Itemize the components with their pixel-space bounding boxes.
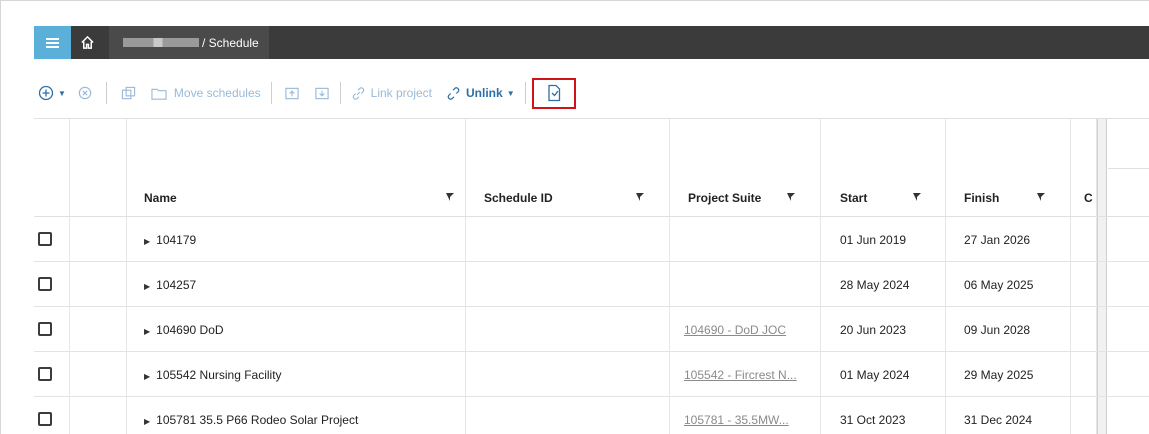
row-finish: 27 Jan 2026 <box>964 233 1031 247</box>
row-checkbox[interactable] <box>38 232 52 246</box>
toolbar: ▼ Move schedules Link project Unlink ▼ <box>34 77 576 109</box>
row-finish: 06 May 2025 <box>964 278 1034 292</box>
hamburger-icon[interactable] <box>34 26 71 59</box>
row-start: 01 Jun 2019 <box>840 233 907 247</box>
toolbar-divider <box>105 82 107 104</box>
copy-button[interactable] <box>121 86 136 101</box>
top-bar: / Schedule <box>34 26 1149 59</box>
chevron-down-icon: ▼ <box>58 88 66 98</box>
row-name[interactable]: ▶ 105542 Nursing Facility <box>144 368 282 382</box>
table-row[interactable]: ▶ 104179 01 Jun 2019 27 Jan 2026 <box>34 217 1149 262</box>
table-row[interactable]: ▶ 105781 35.5 P66 Rodeo Solar Project 105… <box>34 397 1149 434</box>
row-start: 20 Jun 2023 <box>840 323 907 337</box>
export-document-icon <box>547 84 560 102</box>
move-schedules-button[interactable]: Move schedules <box>150 86 261 101</box>
table-row[interactable]: ▶ 105542 Nursing Facility 105542 - Fircre… <box>34 352 1149 397</box>
filter-icon[interactable] <box>912 192 922 202</box>
download-button[interactable] <box>314 86 330 101</box>
breadcrumb[interactable]: / Schedule <box>109 26 269 59</box>
toolbar-divider <box>270 82 272 104</box>
row-name[interactable]: ▶ 104179 <box>144 233 196 247</box>
row-checkbox[interactable] <box>38 412 52 426</box>
expand-arrow-icon[interactable]: ▶ <box>144 237 150 246</box>
row-name[interactable]: ▶ 105781 35.5 P66 Rodeo Solar Project <box>144 413 358 427</box>
row-finish: 31 Dec 2024 <box>964 413 1033 427</box>
add-circle-icon <box>38 85 54 101</box>
row-checkbox[interactable] <box>38 322 52 336</box>
header-name[interactable]: Name <box>144 191 177 205</box>
redacted-project-name <box>123 38 199 47</box>
header-c[interactable]: C <box>1084 191 1093 205</box>
unlink-dropdown-button[interactable]: Unlink ▼ <box>446 86 515 101</box>
row-name-text: 104179 <box>156 233 197 247</box>
row-finish: 09 Jun 2028 <box>964 323 1031 337</box>
row-name-text: 104257 <box>156 278 197 292</box>
row-name[interactable]: ▶ 104690 DoD <box>144 323 224 337</box>
row-name[interactable]: ▶ 104257 <box>144 278 196 292</box>
row-project-suite[interactable]: 105781 - 35.5MW... <box>684 413 789 427</box>
delete-button[interactable] <box>78 86 92 100</box>
expand-arrow-icon[interactable]: ▶ <box>144 327 150 336</box>
export-schedule-button[interactable] <box>531 77 576 109</box>
toolbar-divider <box>339 82 341 104</box>
filter-icon[interactable] <box>1036 192 1046 202</box>
expand-arrow-icon[interactable]: ▶ <box>144 372 150 381</box>
header-divider <box>1108 168 1149 169</box>
row-name-text: 105542 Nursing Facility <box>156 368 282 382</box>
schedule-table: Name Schedule ID Project Suite Start Fin… <box>34 118 1149 434</box>
filter-icon[interactable] <box>635 192 645 202</box>
row-project-suite[interactable]: 105542 - Fircrest N... <box>684 368 797 382</box>
header-finish[interactable]: Finish <box>964 191 999 205</box>
import-button[interactable] <box>284 86 300 101</box>
upload-icon <box>284 87 299 99</box>
row-finish: 29 May 2025 <box>964 368 1034 382</box>
header-start[interactable]: Start <box>840 191 867 205</box>
table-row[interactable]: ▶ 104257 28 May 2024 06 May 2025 <box>34 262 1149 307</box>
header-project-suite[interactable]: Project Suite <box>688 191 761 205</box>
row-checkbox[interactable] <box>38 367 52 381</box>
filter-icon[interactable] <box>445 192 455 202</box>
filter-icon[interactable] <box>786 192 796 202</box>
row-name-text: 105781 35.5 P66 Rodeo Solar Project <box>156 413 359 427</box>
add-dropdown-button[interactable]: ▼ <box>38 85 66 101</box>
expand-arrow-icon[interactable]: ▶ <box>144 282 150 291</box>
expand-arrow-icon[interactable]: ▶ <box>144 417 150 426</box>
row-start: 31 Oct 2023 <box>840 413 906 427</box>
copy-icon <box>121 86 136 99</box>
folder-icon <box>151 88 167 100</box>
breadcrumb-text: / Schedule <box>202 35 259 50</box>
unlink-label: Unlink <box>466 86 503 100</box>
home-icon[interactable] <box>71 26 103 59</box>
chevron-down-icon: ▼ <box>506 88 515 98</box>
toolbar-divider <box>524 82 526 104</box>
row-start: 28 May 2024 <box>840 278 910 292</box>
row-project-suite[interactable]: 104690 - DoD JOC <box>684 323 786 337</box>
header-schedule-id[interactable]: Schedule ID <box>484 191 553 205</box>
row-checkbox[interactable] <box>38 277 52 291</box>
link-icon <box>352 86 364 100</box>
download-icon <box>314 87 329 99</box>
unlink-icon <box>447 86 460 100</box>
cancel-circle-icon <box>78 86 92 100</box>
move-schedules-label: Move schedules <box>173 86 261 100</box>
table-row[interactable]: ▶ 104690 DoD 104690 - DoD JOC 20 Jun 2023… <box>34 307 1149 352</box>
row-name-text: 104690 DoD <box>156 323 224 337</box>
row-start: 01 May 2024 <box>840 368 910 382</box>
link-project-label: Link project <box>370 86 433 100</box>
link-project-button[interactable]: Link project <box>351 86 432 101</box>
